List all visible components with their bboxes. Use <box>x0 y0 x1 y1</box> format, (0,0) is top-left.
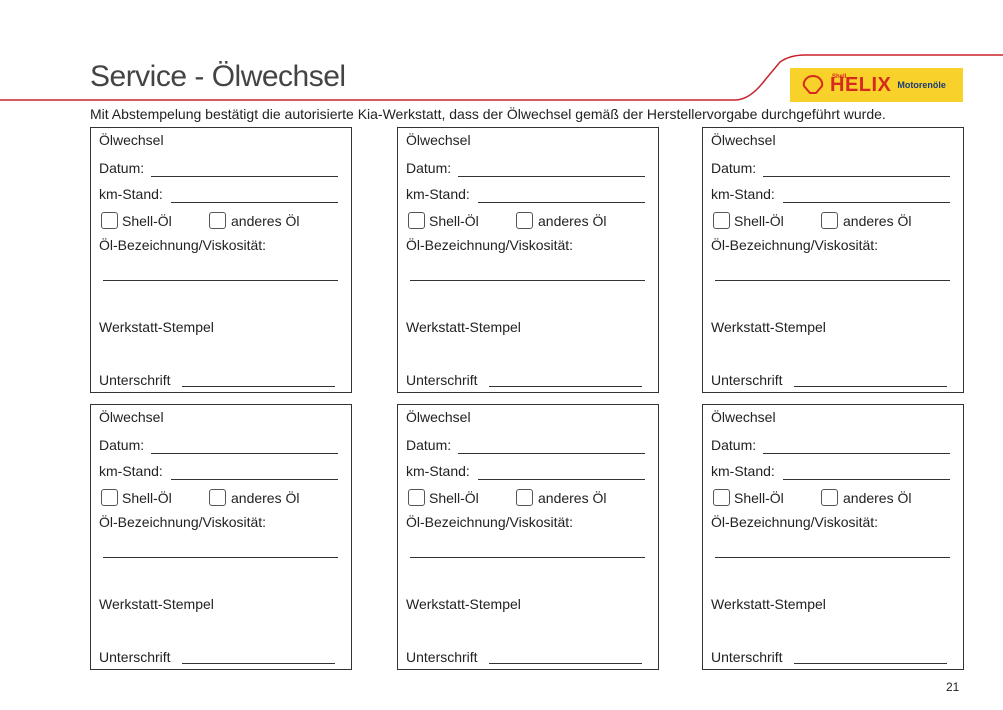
signature-field[interactable] <box>794 386 947 387</box>
oil-change-card: Ölwechsel Datum: km-Stand: Shell-Öl ande… <box>397 404 659 670</box>
card-title: Ölwechsel <box>99 409 164 425</box>
date-field[interactable] <box>458 453 645 454</box>
signature-field[interactable] <box>182 663 335 664</box>
km-label: km-Stand: <box>406 463 470 479</box>
shell-oil-label: Shell-Öl <box>122 213 172 229</box>
stamp-label: Werkstatt-Stempel <box>406 596 521 612</box>
shell-oil-checkbox[interactable] <box>408 212 425 229</box>
km-field[interactable] <box>783 202 950 203</box>
stamp-label: Werkstatt-Stempel <box>99 596 214 612</box>
oil-spec-label: Öl-Bezeichnung/Viskosität: <box>99 514 267 530</box>
date-label: Datum: <box>99 437 145 453</box>
oil-change-card: Ölwechsel Datum: km-Stand: Shell-Öl ande… <box>90 127 352 393</box>
shell-oil-label: Shell-Öl <box>122 490 172 506</box>
card-title: Ölwechsel <box>99 132 164 148</box>
stamp-label: Werkstatt-Stempel <box>711 596 826 612</box>
oil-spec-field[interactable] <box>103 280 338 281</box>
oil-spec-field[interactable] <box>410 280 645 281</box>
date-label: Datum: <box>99 160 145 176</box>
oil-spec-label: Öl-Bezeichnung/Viskosität: <box>99 237 267 253</box>
intro-text: Mit Abstempelung bestätigt die autorisie… <box>90 106 886 122</box>
oil-change-card: Ölwechsel Datum: km-Stand: Shell-Öl ande… <box>702 127 964 393</box>
other-oil-checkbox[interactable] <box>516 489 533 506</box>
signature-label: Unterschrift <box>99 372 171 388</box>
shell-oil-checkbox[interactable] <box>713 212 730 229</box>
km-label: km-Stand: <box>99 186 163 202</box>
shell-oil-label: Shell-Öl <box>429 490 479 506</box>
date-field[interactable] <box>151 453 338 454</box>
stamp-label: Werkstatt-Stempel <box>99 319 214 335</box>
signature-field[interactable] <box>489 663 642 664</box>
oil-spec-label: Öl-Bezeichnung/Viskosität: <box>406 237 574 253</box>
oil-change-card: Ölwechsel Datum: km-Stand: Shell-Öl ande… <box>397 127 659 393</box>
stamp-label: Werkstatt-Stempel <box>711 319 826 335</box>
shell-oil-checkbox[interactable] <box>713 489 730 506</box>
signature-label: Unterschrift <box>99 649 171 665</box>
date-label: Datum: <box>406 437 452 453</box>
oil-spec-field[interactable] <box>715 280 950 281</box>
signature-label: Unterschrift <box>406 372 478 388</box>
logo-subtitle: Motorenöle <box>897 80 946 90</box>
other-oil-checkbox[interactable] <box>516 212 533 229</box>
shell-oil-checkbox[interactable] <box>101 489 118 506</box>
date-label: Datum: <box>711 160 757 176</box>
other-oil-label: anderes Öl <box>538 490 607 506</box>
signature-label: Unterschrift <box>406 649 478 665</box>
logo-shell-text: Shell <box>832 74 847 80</box>
other-oil-checkbox[interactable] <box>821 212 838 229</box>
signature-field[interactable] <box>489 386 642 387</box>
card-title: Ölwechsel <box>406 132 471 148</box>
other-oil-label: anderes Öl <box>538 213 607 229</box>
km-field[interactable] <box>478 479 645 480</box>
date-field[interactable] <box>763 176 950 177</box>
other-oil-checkbox[interactable] <box>209 489 226 506</box>
card-title: Ölwechsel <box>406 409 471 425</box>
other-oil-label: anderes Öl <box>231 213 300 229</box>
shell-oil-checkbox[interactable] <box>408 489 425 506</box>
shell-helix-logo: Shell HELIX Motorenöle <box>790 68 963 102</box>
oil-spec-field[interactable] <box>410 557 645 558</box>
other-oil-label: anderes Öl <box>843 490 912 506</box>
page-title: Service - Ölwechsel <box>90 60 346 93</box>
page: Service - Ölwechsel Shell HELIX Motorenö… <box>0 0 1003 710</box>
oil-change-card: Ölwechsel Datum: km-Stand: Shell-Öl ande… <box>90 404 352 670</box>
card-title: Ölwechsel <box>711 132 776 148</box>
km-label: km-Stand: <box>711 186 775 202</box>
km-field[interactable] <box>783 479 950 480</box>
shell-oil-label: Shell-Öl <box>734 213 784 229</box>
oil-change-card: Ölwechsel Datum: km-Stand: Shell-Öl ande… <box>702 404 964 670</box>
km-label: km-Stand: <box>711 463 775 479</box>
oil-spec-label: Öl-Bezeichnung/Viskosität: <box>406 514 574 530</box>
date-field[interactable] <box>151 176 338 177</box>
shell-oil-label: Shell-Öl <box>734 490 784 506</box>
other-oil-label: anderes Öl <box>843 213 912 229</box>
signature-label: Unterschrift <box>711 372 783 388</box>
signature-label: Unterschrift <box>711 649 783 665</box>
other-oil-checkbox[interactable] <box>209 212 226 229</box>
signature-field[interactable] <box>794 663 947 664</box>
km-label: km-Stand: <box>406 186 470 202</box>
date-label: Datum: <box>406 160 452 176</box>
other-oil-label: anderes Öl <box>231 490 300 506</box>
date-label: Datum: <box>711 437 757 453</box>
oil-spec-field[interactable] <box>103 557 338 558</box>
signature-field[interactable] <box>182 386 335 387</box>
oil-spec-field[interactable] <box>715 557 950 558</box>
stamp-label: Werkstatt-Stempel <box>406 319 521 335</box>
km-field[interactable] <box>171 202 338 203</box>
date-field[interactable] <box>458 176 645 177</box>
shell-oil-checkbox[interactable] <box>101 212 118 229</box>
km-field[interactable] <box>478 202 645 203</box>
oil-spec-label: Öl-Bezeichnung/Viskosität: <box>711 514 879 530</box>
oil-spec-label: Öl-Bezeichnung/Viskosität: <box>711 237 879 253</box>
other-oil-checkbox[interactable] <box>821 489 838 506</box>
km-field[interactable] <box>171 479 338 480</box>
card-title: Ölwechsel <box>711 409 776 425</box>
shell-icon <box>802 74 824 94</box>
shell-oil-label: Shell-Öl <box>429 213 479 229</box>
page-number: 21 <box>946 680 960 694</box>
km-label: km-Stand: <box>99 463 163 479</box>
date-field[interactable] <box>763 453 950 454</box>
